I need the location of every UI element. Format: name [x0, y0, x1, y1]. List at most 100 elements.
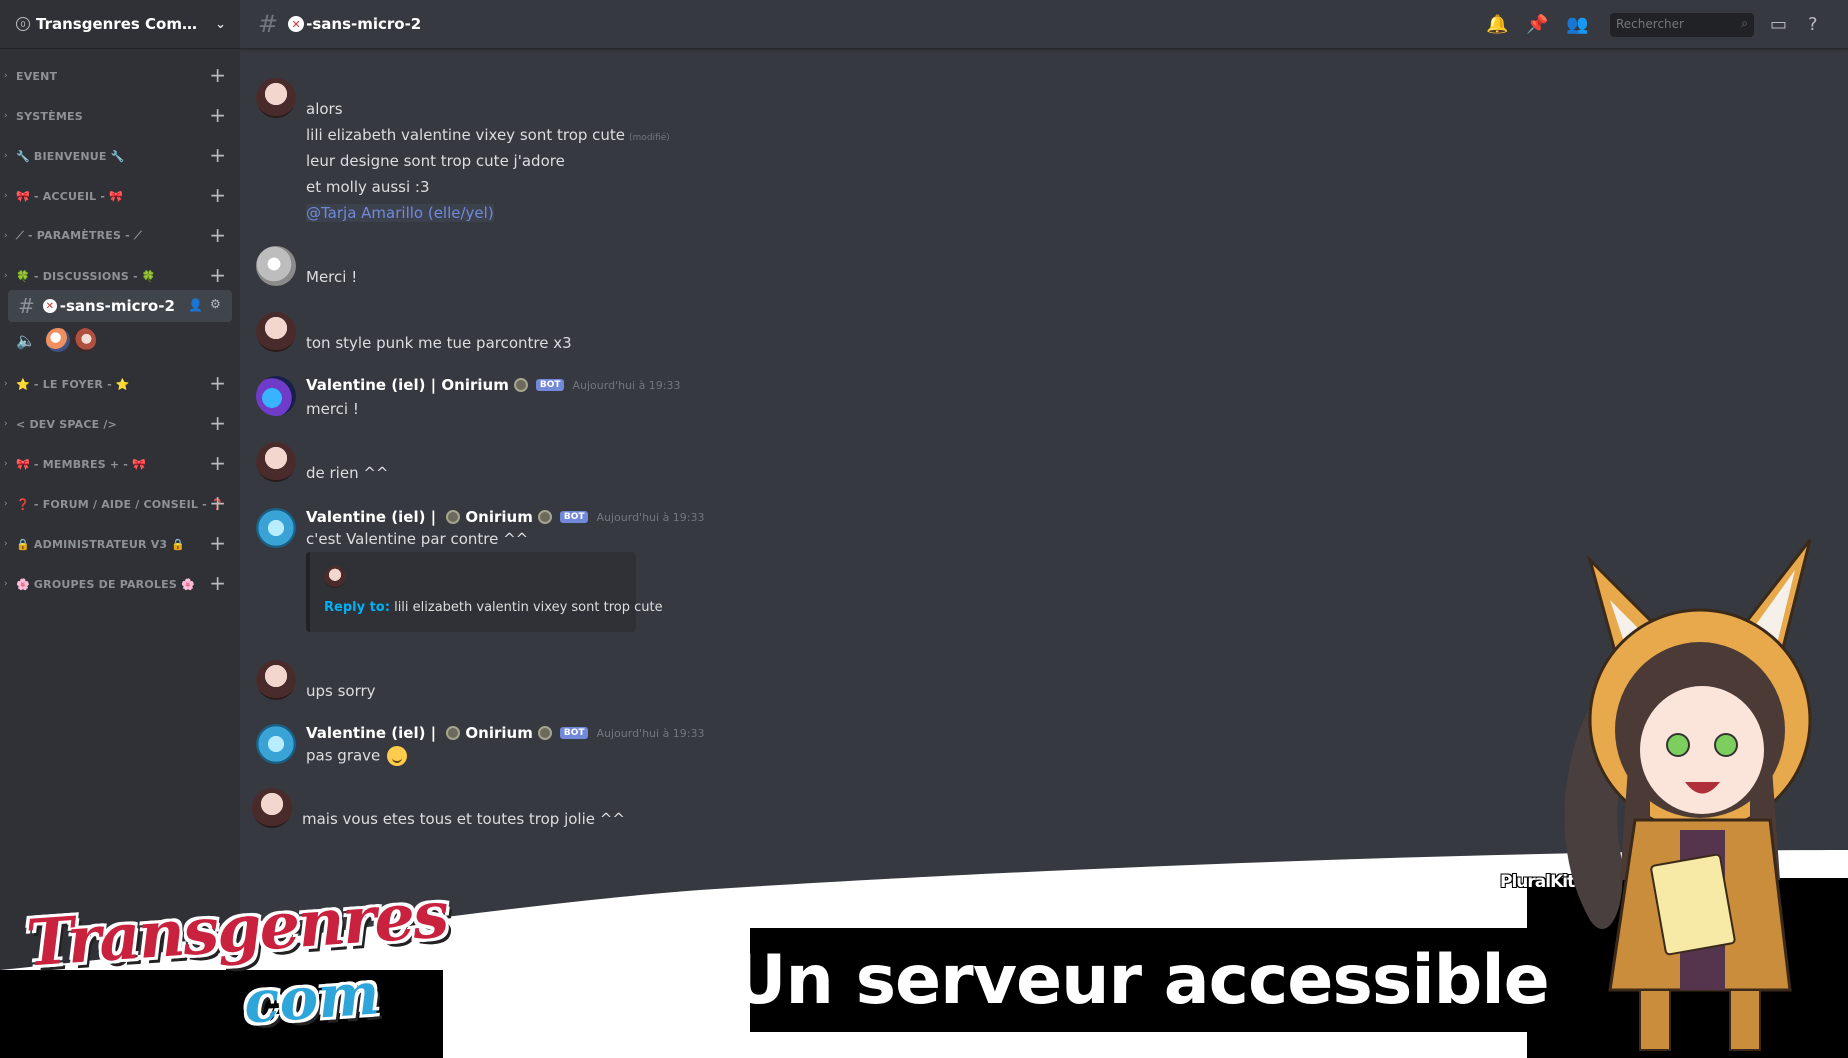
search-input[interactable]: Rechercher ⌕: [1610, 13, 1754, 37]
author-system: Onirium: [441, 376, 509, 394]
add-channel-icon[interactable]: +: [209, 184, 226, 206]
channel-header: # ✕ -sans-micro-2 🔔 📌 👥 Rechercher ⌕ ▭ ?: [240, 0, 1848, 49]
message-author[interactable]: Valentine (iel) | Onirium BOT Aujourd'hui …: [306, 508, 705, 526]
author-system: Onirium: [465, 508, 533, 526]
message-line: et molly aussi :3: [306, 178, 430, 196]
channel-title: -sans-micro-2: [306, 15, 422, 33]
members-icon[interactable]: 👥: [1566, 14, 1588, 35]
category-accueil[interactable]: › 🎀 - ACCUEIL - 🎀 +: [0, 184, 240, 208]
user-mention[interactable]: @Tarja Amarillo (elle/yel): [306, 204, 494, 222]
add-channel-icon[interactable]: +: [209, 64, 226, 86]
category-groupes-de-paroles[interactable]: › 🌸 GROUPES DE PAROLES 🌸 +: [0, 572, 240, 596]
add-channel-icon[interactable]: +: [209, 572, 226, 594]
timestamp: Aujourd'hui à 19:33: [572, 378, 681, 392]
user-avatar[interactable]: [256, 78, 296, 118]
user-avatar[interactable]: [256, 660, 296, 700]
category-label: 🎀 - ACCUEIL - 🎀: [16, 189, 124, 203]
logo-text-main: Transgenres: [23, 877, 450, 982]
user-avatar[interactable]: [256, 246, 296, 286]
add-channel-icon[interactable]: +: [209, 372, 226, 394]
message-line: de rien ^^: [306, 464, 389, 482]
category-le-foyer[interactable]: › ⭐ - LE FOYER - ⭐ +: [0, 372, 240, 396]
add-channel-icon[interactable]: +: [209, 104, 226, 126]
channel-sans-micro-2[interactable]: # ✕ -sans-micro-2 👤 ⚙: [8, 290, 232, 322]
message-line: pas grave: [306, 746, 408, 766]
coin-icon: [513, 378, 528, 392]
message-text: pas grave: [306, 746, 381, 765]
invite-icon[interactable]: 👤: [188, 298, 203, 312]
user-avatar[interactable]: [256, 312, 296, 352]
no-mic-icon: ✕: [42, 299, 57, 313]
category-label: 🎀 - MEMBRES + - 🎀: [16, 457, 146, 471]
category-dev-space[interactable]: › < DEV SPACE /> +: [0, 412, 240, 436]
add-channel-icon[interactable]: +: [209, 412, 226, 434]
channel-name: -sans-micro-2: [59, 297, 175, 315]
tagline-text: Un serveur accessible: [731, 940, 1549, 1020]
category-event[interactable]: › EVENT +: [0, 64, 240, 88]
category-label: 🍀 - DISCUSSIONS - 🍀: [16, 269, 156, 283]
reply-text: Reply to: lili elizabeth valentin vixey …: [324, 600, 663, 615]
category-forum[interactable]: › ❓ - FORUM / AIDE / CONSEIL - ❓ +: [0, 492, 240, 516]
category-arrow-icon: ›: [4, 111, 8, 121]
help-icon[interactable]: ?: [1808, 14, 1818, 35]
user-avatar[interactable]: [256, 442, 296, 482]
inbox-icon[interactable]: ▭: [1770, 14, 1787, 35]
category-discussions[interactable]: › 🍀 - DISCUSSIONS - 🍀 +: [0, 264, 240, 288]
bot-badge: BOT: [535, 379, 565, 391]
hash-icon: #: [18, 294, 35, 318]
search-icon: ⌕: [1741, 16, 1748, 30]
voice-user-avatar[interactable]: [45, 328, 70, 352]
category-parametres[interactable]: › ⟋ - PARAMÈTRES - ⟋ +: [0, 224, 240, 248]
edited-label: (modifié): [629, 133, 670, 143]
category-arrow-icon: ›: [4, 71, 8, 81]
add-channel-icon[interactable]: +: [209, 492, 226, 514]
category-arrow-icon: ›: [4, 231, 8, 241]
add-channel-icon[interactable]: +: [209, 452, 226, 474]
category-membres[interactable]: › 🎀 - MEMBRES + - 🎀 +: [0, 452, 240, 476]
user-avatar[interactable]: [252, 788, 292, 828]
chevron-down-icon[interactable]: ⌄: [215, 17, 226, 32]
message-line: leur designe sont trop cute j'adore: [306, 152, 565, 170]
add-channel-icon[interactable]: +: [209, 224, 226, 246]
message-line: merci !: [306, 400, 359, 418]
add-channel-icon[interactable]: +: [209, 264, 226, 286]
category-arrow-icon: ›: [4, 539, 8, 549]
timestamp: Aujourd'hui à 19:33: [596, 726, 705, 740]
smile-emoji-icon: [387, 746, 408, 766]
message-line: ton style punk me tue parcontre x3: [306, 334, 572, 352]
category-arrow-icon: ›: [4, 379, 8, 389]
user-avatar[interactable]: [256, 376, 296, 416]
category-arrow-icon: ›: [4, 191, 8, 201]
category-arrow-icon: ›: [4, 271, 8, 281]
reply-avatar: [324, 566, 346, 588]
category-arrow-icon: ›: [4, 579, 8, 589]
voice-channel-row[interactable]: 🔈: [16, 326, 98, 354]
search-placeholder: Rechercher: [1616, 17, 1684, 31]
add-channel-icon[interactable]: +: [209, 144, 226, 166]
bot-badge: BOT: [559, 511, 589, 523]
user-avatar[interactable]: [256, 724, 296, 764]
coin-icon: [446, 726, 461, 740]
add-channel-icon[interactable]: +: [209, 532, 226, 554]
category-label: 🔒 ADMINISTRATEUR V3 🔒: [16, 537, 186, 551]
message-author[interactable]: Valentine (iel) | Onirium BOT Aujourd'hui …: [306, 724, 705, 742]
fox-mascot-illustration: [1564, 539, 1812, 1051]
category-label: < DEV SPACE />: [16, 417, 117, 431]
bot-badge: BOT: [559, 727, 589, 739]
category-label: EVENT: [16, 69, 58, 83]
user-avatar[interactable]: [256, 508, 296, 548]
gear-icon[interactable]: ⚙: [210, 297, 221, 311]
message-line: c'est Valentine par contre ^^: [306, 530, 529, 548]
message-author[interactable]: Valentine (iel) | Onirium BOT Aujourd'hui …: [306, 376, 681, 394]
pin-icon[interactable]: 📌: [1526, 14, 1548, 35]
server-header[interactable]: 0 Transgenres Commun... ⌄: [0, 0, 240, 49]
category-systemes[interactable]: › SYSTÈMES +: [0, 104, 240, 128]
voice-user-avatar[interactable]: [71, 328, 96, 352]
author-name: Valentine (iel) |: [306, 376, 437, 394]
reply-embed[interactable]: Reply to: lili elizabeth valentin vixey …: [306, 552, 663, 632]
no-mic-icon: ✕: [288, 16, 305, 32]
category-administrateur[interactable]: › 🔒 ADMINISTRATEUR V3 🔒 +: [0, 532, 240, 556]
bell-icon[interactable]: 🔔: [1486, 14, 1508, 35]
category-bienvenue[interactable]: › 🔧 BIENVENUE 🔧 +: [0, 144, 240, 168]
category-label: 🔧 BIENVENUE 🔧: [16, 149, 125, 163]
